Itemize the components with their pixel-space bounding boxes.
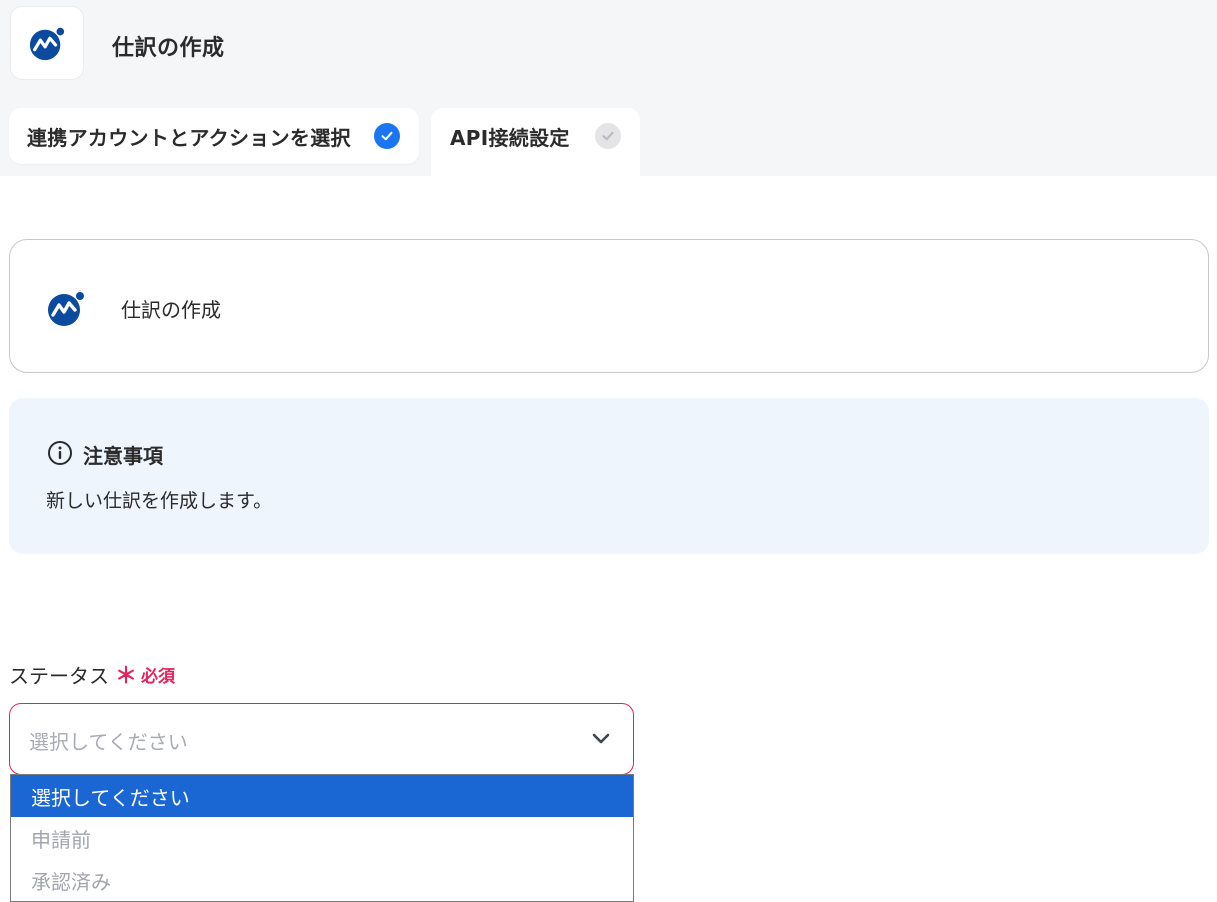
tab-label: 連携アカウントとアクションを選択 <box>27 125 351 150</box>
app-logo-tile <box>10 6 84 80</box>
notice-title: 注意事項 <box>83 444 163 468</box>
tab-label: API接続設定 <box>450 125 570 150</box>
check-complete-icon <box>374 123 400 149</box>
action-card-label: 仕訳の作成 <box>121 298 221 322</box>
required-badge: 必須 <box>141 666 176 687</box>
check-pending-icon <box>595 123 621 149</box>
notice-body: 新しい仕訳を作成します。 <box>46 490 273 512</box>
info-icon <box>48 441 72 465</box>
chevron-down-icon <box>592 733 610 744</box>
status-select[interactable]: 選択してください <box>9 703 634 775</box>
required-asterisk: ＊ <box>115 664 138 689</box>
status-dropdown-list: 選択してください 申請前 承認済み <box>10 774 634 902</box>
dropdown-option[interactable]: 申請前 <box>11 817 633 859</box>
status-field-label: ステータス ＊ 必須 <box>9 658 175 690</box>
status-label-text: ステータス <box>9 663 109 688</box>
tab-select-account-action[interactable]: 連携アカウントとアクションを選択 <box>9 108 419 164</box>
notice-box: 注意事項 新しい仕訳を作成します。 <box>9 398 1209 554</box>
app-logo-icon <box>48 292 84 326</box>
dropdown-option[interactable]: 承認済み <box>11 859 633 901</box>
app-logo-icon <box>29 27 65 61</box>
tab-api-connection-settings[interactable]: API接続設定 <box>431 108 640 176</box>
dropdown-option[interactable]: 選択してください <box>11 775 633 817</box>
status-select-value: 選択してください <box>29 730 188 754</box>
page-title: 仕訳の作成 <box>112 36 225 61</box>
action-card: 仕訳の作成 <box>9 239 1209 373</box>
